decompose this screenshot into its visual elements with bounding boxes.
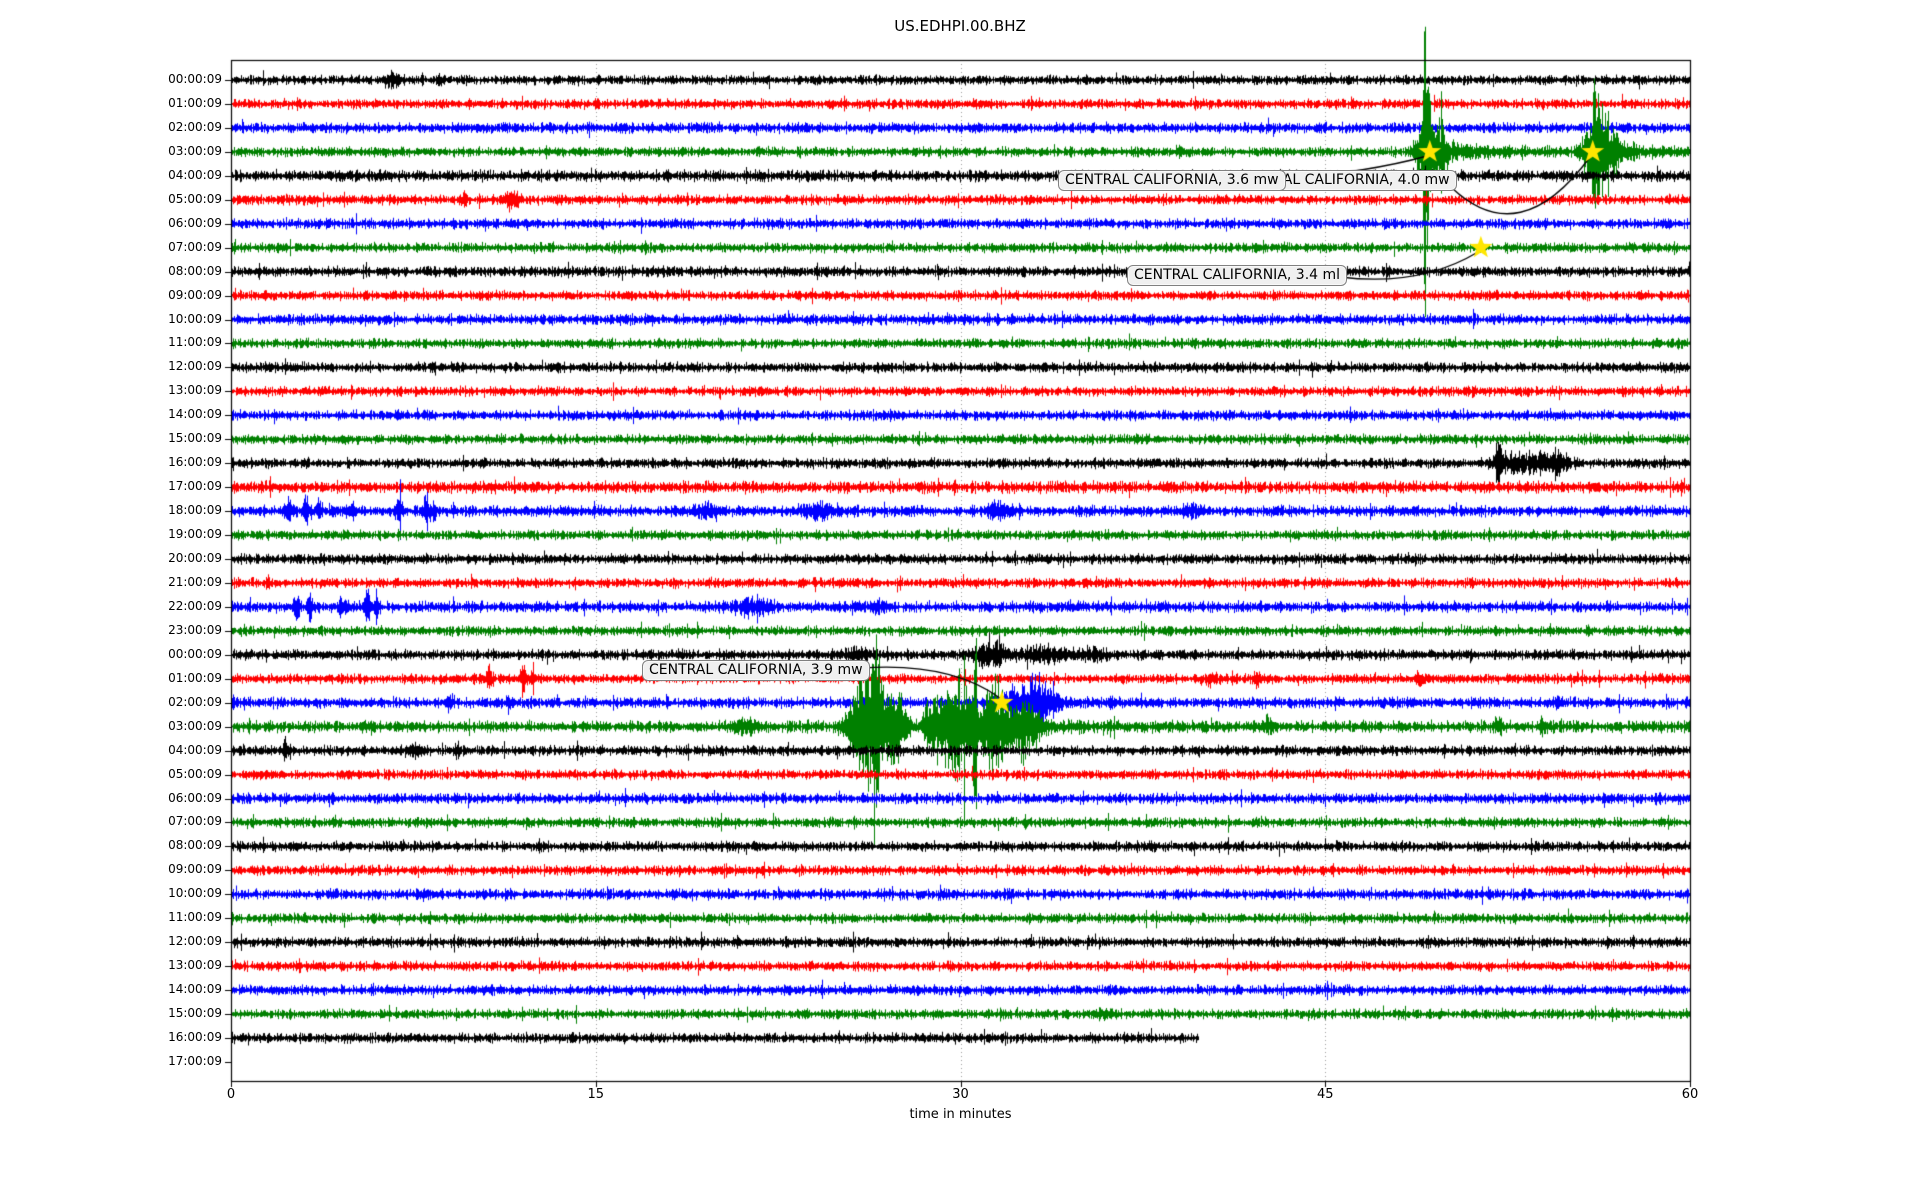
seismogram-canvas	[0, 0, 1920, 1200]
trace-label: 14:00:09	[168, 982, 222, 997]
trace-label: 17:00:09	[168, 479, 222, 494]
x-tick-label: 0	[226, 1087, 236, 1102]
trace-label: 13:00:09	[168, 958, 222, 973]
trace-label: 08:00:09	[168, 838, 222, 853]
trace-label: 00:00:09	[168, 72, 222, 86]
trace-label: 15:00:09	[168, 1006, 222, 1021]
trace-label: 01:00:09	[168, 95, 222, 110]
trace-label: 04:00:09	[168, 742, 222, 757]
trace-label: 12:00:09	[168, 359, 222, 374]
trace-label: 21:00:09	[168, 574, 222, 589]
trace-label: 03:00:09	[168, 143, 222, 158]
trace-label: 11:00:09	[168, 335, 222, 350]
trace-label: 06:00:09	[168, 790, 222, 805]
trace-label: 10:00:09	[168, 311, 222, 326]
trace-label: 03:00:09	[168, 718, 222, 733]
event-annotation-box: CENTRAL CALIFORNIA, 3.6 mw	[1058, 170, 1286, 191]
trace-label: 05:00:09	[168, 766, 222, 781]
trace-label: 00:00:09	[168, 646, 222, 661]
trace-label: 18:00:09	[168, 503, 222, 518]
trace-label: 17:00:09	[168, 1053, 222, 1068]
trace-label: 09:00:09	[168, 287, 222, 302]
trace-label: 13:00:09	[168, 383, 222, 398]
trace-label: 19:00:09	[168, 527, 222, 542]
trace-label: 12:00:09	[168, 934, 222, 949]
seismogram-page: US.EDHPI.00.BHZ 00:00:0901:00:0902:00:09…	[0, 0, 1920, 1200]
x-axis-label: time in minutes	[909, 1107, 1012, 1122]
trace-label: 04:00:09	[168, 167, 222, 182]
trace-label: 15:00:09	[168, 431, 222, 446]
event-annotation-box: CENTRAL CALIFORNIA, 3.9 mw	[642, 660, 870, 681]
trace-label: 06:00:09	[168, 215, 222, 230]
trace-label: 09:00:09	[168, 862, 222, 877]
trace-label: 05:00:09	[168, 191, 222, 206]
x-tick-label: 15	[587, 1087, 605, 1102]
trace-label: 20:00:09	[168, 551, 222, 566]
event-annotation-box: CENTRAL CALIFORNIA, 3.4 ml	[1127, 265, 1348, 286]
trace-label: 16:00:09	[168, 1030, 222, 1045]
trace-label: 10:00:09	[168, 886, 222, 901]
trace-label: 23:00:09	[168, 622, 222, 637]
x-tick-label: 60	[1681, 1087, 1699, 1102]
trace-label: 08:00:09	[168, 263, 222, 278]
trace-label: 07:00:09	[168, 814, 222, 829]
trace-label: 07:00:09	[168, 239, 222, 254]
trace-label: 02:00:09	[168, 119, 222, 134]
trace-label: 14:00:09	[168, 407, 222, 422]
trace-label: 11:00:09	[168, 910, 222, 925]
trace-label: 22:00:09	[168, 598, 222, 613]
x-tick-label: 45	[1316, 1087, 1334, 1102]
trace-label: 01:00:09	[168, 670, 222, 685]
trace-label: 16:00:09	[168, 455, 222, 470]
x-tick-label: 30	[952, 1087, 969, 1102]
trace-label: 02:00:09	[168, 694, 222, 709]
